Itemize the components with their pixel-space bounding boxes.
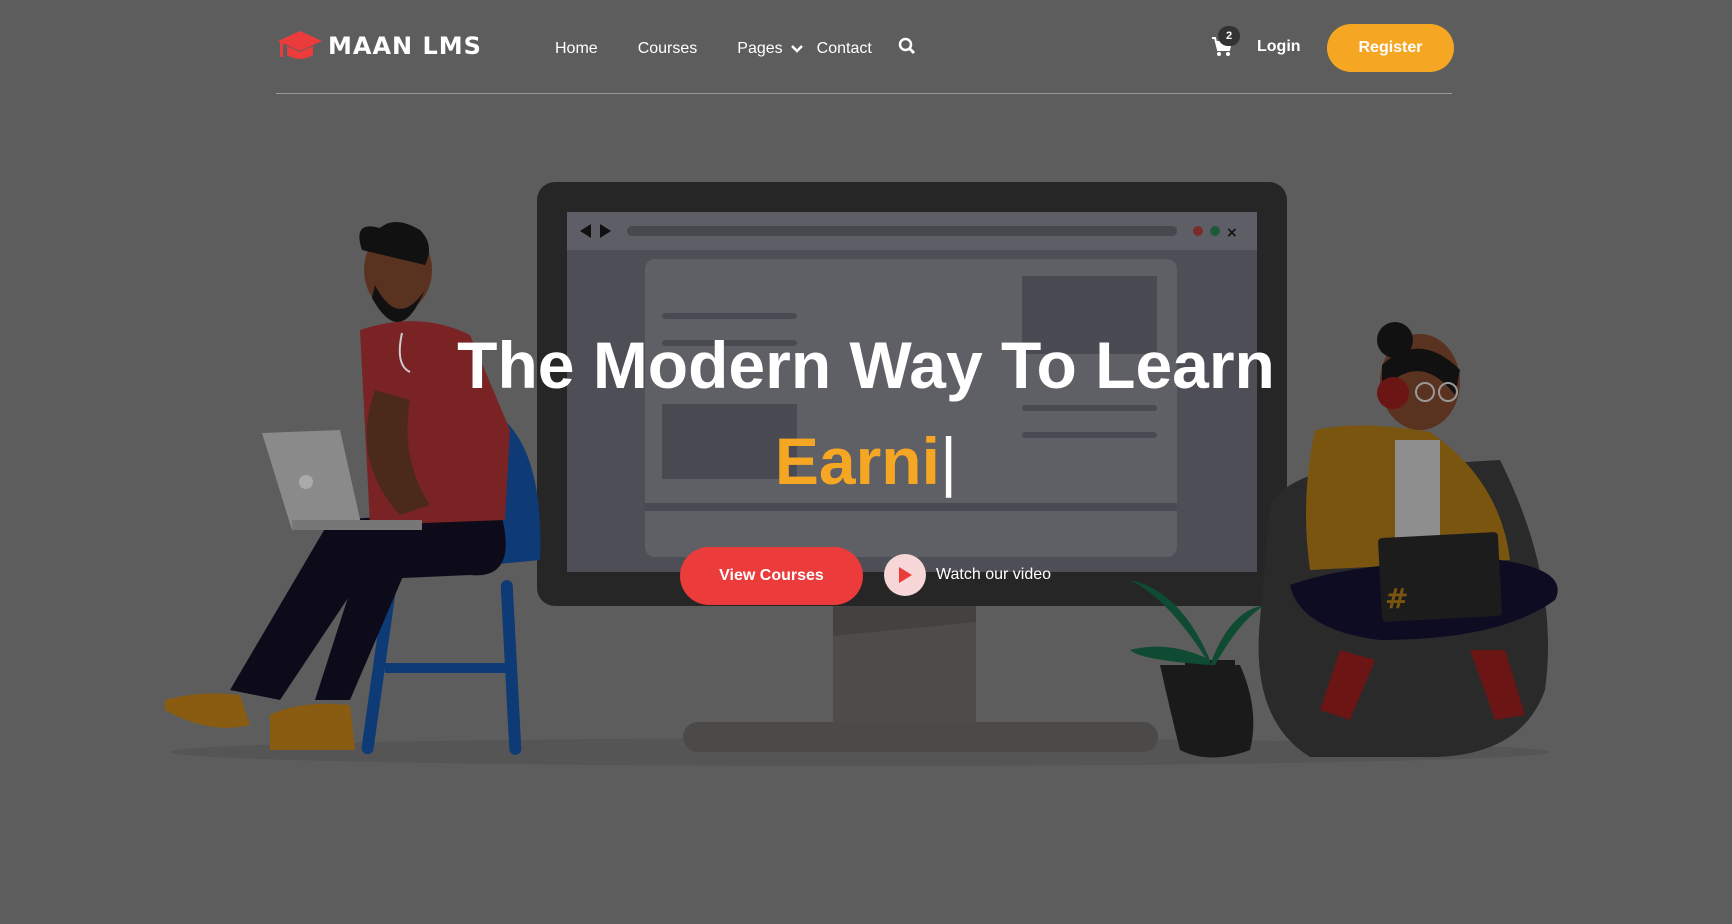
nav-home[interactable]: Home [555, 40, 598, 58]
svg-text:#: # [1385, 582, 1408, 615]
typed-word: Earni [774, 424, 940, 498]
watch-video-link[interactable]: Watch our video [884, 554, 1051, 596]
hero-title: The Modern Way To Learn [457, 328, 1275, 402]
nav-pages-label: Pages [737, 39, 783, 57]
search-icon [898, 37, 915, 54]
watch-video-label: Watch our video [936, 566, 1052, 583]
nav-pages[interactable]: Pages [737, 39, 803, 58]
brand-logo[interactable]: MAAN LMS [276, 27, 482, 65]
hero-typed-text: Earni| [0, 421, 1732, 501]
play-button[interactable] [884, 554, 926, 596]
svg-text:×: × [1226, 225, 1238, 241]
play-icon [899, 567, 912, 583]
nav-contact[interactable]: Contact [817, 40, 872, 58]
login-link[interactable]: Login [1257, 38, 1301, 56]
nav-courses[interactable]: Courses [638, 40, 698, 58]
typing-cursor: | [939, 424, 958, 498]
graduation-cap-icon [278, 31, 322, 59]
top-navbar: MAAN LMS Home Courses Pages Contact 2 Lo… [276, 0, 1454, 94]
chevron-down-icon [790, 44, 803, 53]
view-courses-button[interactable]: View Courses [680, 547, 863, 605]
brand-name: MAAN LMS [328, 32, 482, 60]
cart-count-badge: 2 [1218, 26, 1240, 46]
search-button[interactable] [898, 37, 916, 60]
register-button[interactable]: Register [1327, 24, 1454, 72]
main-menu: Home Courses Pages Contact [555, 37, 916, 60]
